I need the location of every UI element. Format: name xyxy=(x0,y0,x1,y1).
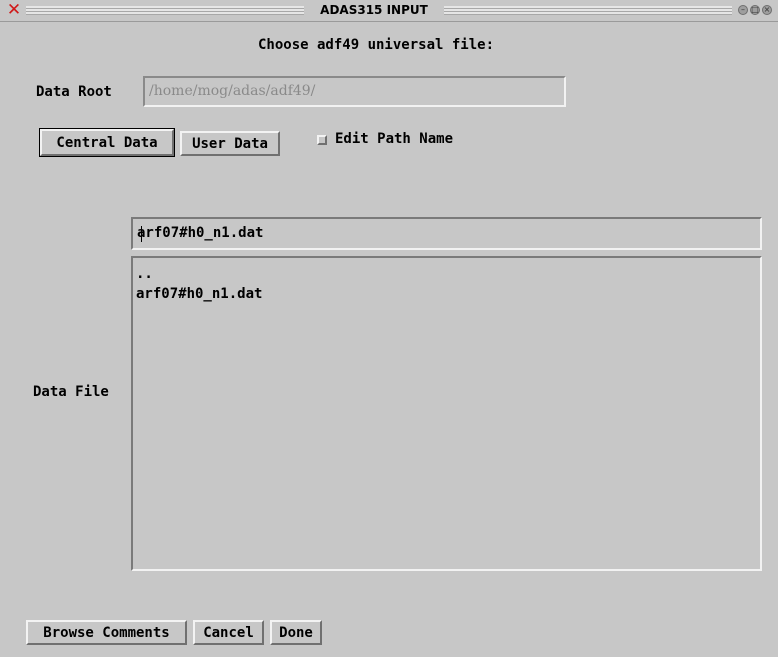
central-data-button[interactable]: Central Data xyxy=(39,128,175,157)
maximize-icon[interactable]: □ xyxy=(750,5,760,15)
edit-path-checkbox[interactable] xyxy=(317,135,327,145)
data-file-list[interactable]: .. arf07#h0_n1.dat xyxy=(131,256,762,571)
title-bar-stripe-right xyxy=(444,6,732,15)
data-file-input[interactable]: arf07#h0_n1.dat xyxy=(131,217,762,250)
data-file-input-value: arf07#h0_n1.dat xyxy=(137,225,264,241)
done-button[interactable]: Done xyxy=(270,620,322,645)
list-item-file[interactable]: arf07#h0_n1.dat xyxy=(136,284,757,304)
list-item-parent-dir[interactable]: .. xyxy=(136,264,757,284)
user-data-button[interactable]: User Data xyxy=(180,131,280,156)
window-title: ADAS315 INPUT xyxy=(320,3,428,17)
browse-comments-button[interactable]: Browse Comments xyxy=(26,620,187,645)
minimize-icon[interactable]: – xyxy=(738,5,748,15)
data-root-field[interactable]: /home/mog/adas/adf49/ xyxy=(143,76,566,107)
title-bar-stripe-left xyxy=(26,6,304,15)
cancel-button[interactable]: Cancel xyxy=(193,620,264,645)
close-icon[interactable]: × xyxy=(762,5,772,15)
dialog-heading: Choose adf49 universal file: xyxy=(258,37,495,53)
text-caret xyxy=(141,226,142,242)
data-root-label: Data Root xyxy=(36,84,112,100)
edit-path-label: Edit Path Name xyxy=(335,131,454,147)
title-bar[interactable]: ✕ ADAS315 INPUT – □ × xyxy=(0,0,778,22)
close-x-icon[interactable]: ✕ xyxy=(5,1,23,19)
data-file-label: Data File xyxy=(33,384,109,400)
